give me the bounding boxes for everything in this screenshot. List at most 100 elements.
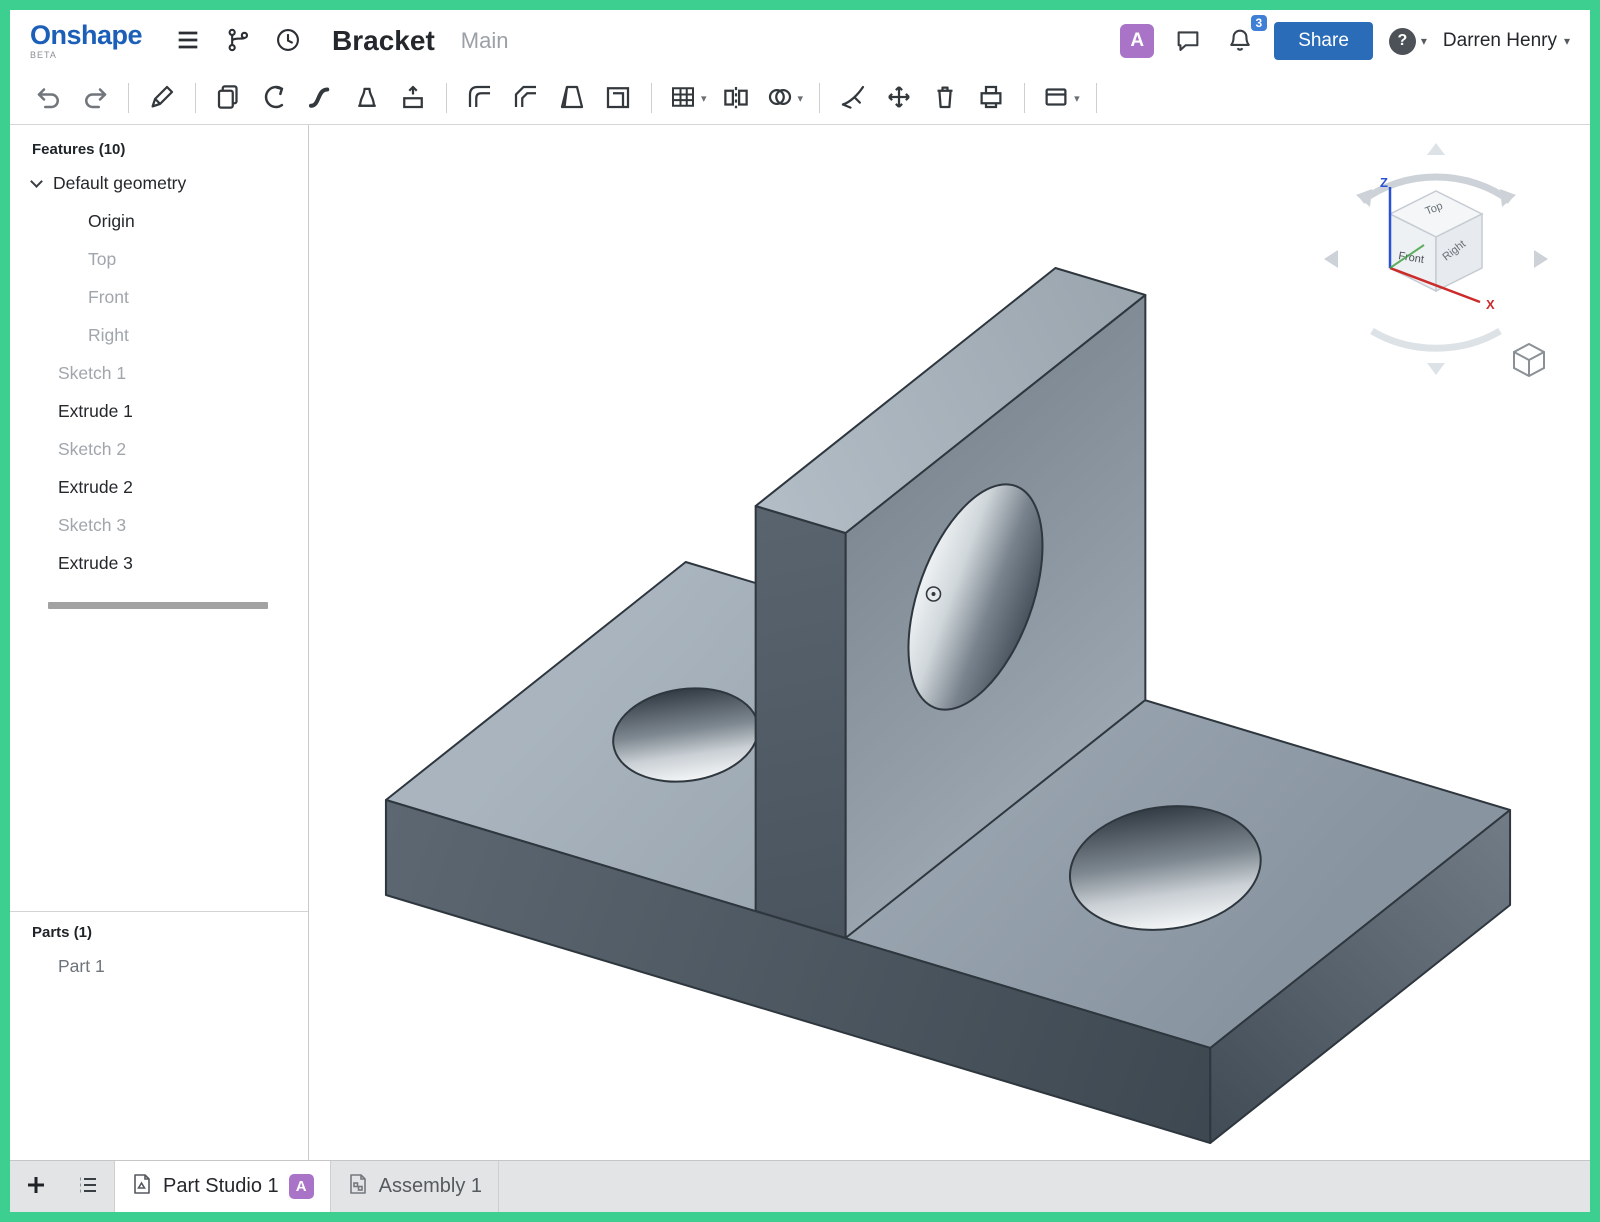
bottom-tab-bar: Part Studio 1 A Assembly 1 (10, 1160, 1590, 1212)
chevron-down-icon: ▾ (701, 92, 707, 105)
fillet-button[interactable] (457, 77, 503, 119)
shell-button[interactable] (595, 77, 641, 119)
versions-button[interactable] (220, 22, 256, 61)
redo-button[interactable] (72, 77, 118, 119)
feature-sketch-1[interactable]: Sketch 1 (10, 354, 308, 392)
tab-part-studio[interactable]: Part Studio 1 A (114, 1161, 331, 1212)
views-icon (1041, 82, 1071, 115)
draft-button[interactable] (549, 77, 595, 119)
sketch-button[interactable] (139, 77, 185, 119)
add-tab-button[interactable] (10, 1161, 62, 1212)
feature-label: Sketch 1 (58, 363, 126, 384)
top-bar: Onshape BETA Bracket Main (10, 10, 1590, 72)
presence-avatar[interactable]: A (1120, 24, 1154, 58)
content-area: Features (10) Default geometry Origin To… (10, 125, 1590, 1160)
split-icon (838, 82, 868, 115)
transform-button[interactable] (876, 77, 922, 119)
pencil-icon (147, 82, 177, 115)
feature-plane-right[interactable]: Right (10, 316, 308, 354)
workspace-name[interactable]: Main (461, 28, 509, 54)
undo-button[interactable] (26, 77, 72, 119)
history-button[interactable] (270, 22, 306, 61)
split-button[interactable] (830, 77, 876, 119)
tab-assembly[interactable]: Assembly 1 (331, 1161, 499, 1212)
user-menu[interactable]: Darren Henry ▾ (1443, 30, 1570, 52)
isometric-view-button[interactable] (1508, 339, 1550, 381)
help-menu[interactable]: ? ▾ (1389, 28, 1427, 55)
tab-label: Part Studio 1 (163, 1175, 279, 1198)
rotate-left-arrow (1324, 250, 1338, 268)
onshape-logo[interactable]: Onshape BETA (30, 22, 142, 60)
plus-icon (24, 1173, 48, 1200)
share-button[interactable]: Share (1274, 22, 1373, 60)
revolve-button[interactable] (252, 77, 298, 119)
chamfer-button[interactable] (503, 77, 549, 119)
feature-tree-panel: Features (10) Default geometry Origin To… (10, 125, 309, 1160)
feature-sketch-2[interactable]: Sketch 2 (10, 430, 308, 468)
feature-origin[interactable]: Origin (10, 202, 308, 240)
feature-extrude-1[interactable]: Extrude 1 (10, 392, 308, 430)
boolean-icon (765, 82, 795, 115)
part-item[interactable]: Part 1 (10, 947, 308, 985)
loft-icon (352, 82, 382, 115)
sweep-button[interactable] (298, 77, 344, 119)
feature-toolbar: ▾ ▾ ▾ (10, 72, 1590, 125)
part-label: Part 1 (58, 956, 105, 977)
document-title[interactable]: Bracket (332, 25, 435, 57)
mirror-button[interactable] (713, 77, 759, 119)
comment-icon (1174, 26, 1202, 57)
assembly-icon (347, 1172, 369, 1202)
undo-icon (34, 82, 64, 115)
main-menu-button[interactable] (170, 22, 206, 61)
toolbar-divider (1024, 83, 1025, 113)
feature-plane-top[interactable]: Top (10, 240, 308, 278)
user-name: Darren Henry (1443, 30, 1557, 52)
comments-button[interactable] (1170, 22, 1206, 61)
chevron-down-icon: ▾ (1074, 92, 1080, 105)
rotate-up-arrow (1427, 143, 1445, 155)
feature-label: Top (88, 249, 116, 270)
toolbar-divider (651, 83, 652, 113)
mirror-icon (721, 82, 751, 115)
sweep-icon (306, 82, 336, 115)
trash-icon (930, 82, 960, 115)
list-icon (76, 1173, 100, 1200)
feature-sketch-3[interactable]: Sketch 3 (10, 506, 308, 544)
thicken-button[interactable] (390, 77, 436, 119)
extrude-button[interactable] (206, 77, 252, 119)
toolbar-divider (128, 83, 129, 113)
revolve-icon (260, 82, 290, 115)
rollback-bar[interactable] (48, 602, 268, 609)
feature-extrude-3[interactable]: Extrude 3 (10, 544, 308, 582)
logo-text: Onshape (30, 22, 142, 49)
feature-default-geometry[interactable]: Default geometry (10, 164, 308, 202)
toolbar-divider (1096, 83, 1097, 113)
hamburger-icon (174, 26, 202, 57)
chamfer-icon (511, 82, 541, 115)
feature-plane-front[interactable]: Front (10, 278, 308, 316)
feature-label: Sketch 2 (58, 439, 126, 460)
tab-list-button[interactable] (62, 1161, 114, 1212)
transform-icon (884, 82, 914, 115)
delete-part-button[interactable] (922, 77, 968, 119)
feature-label: Default geometry (53, 173, 186, 194)
chevron-down-icon: ▾ (1564, 34, 1570, 48)
tab-presence-badge: A (289, 1174, 314, 1199)
feature-label: Extrude 2 (58, 477, 133, 498)
measure-button[interactable] (968, 77, 1014, 119)
top-bar-right: A 3 Share ? ▾ (1120, 22, 1570, 61)
feature-extrude-2[interactable]: Extrude 2 (10, 468, 308, 506)
feature-label: Origin (88, 211, 135, 232)
notifications-button[interactable]: 3 (1222, 22, 1258, 61)
x-axis-label: X (1486, 297, 1495, 312)
boolean-button[interactable]: ▾ (759, 77, 810, 119)
feature-label: Extrude 1 (58, 401, 133, 422)
app-window: Onshape BETA Bracket Main (0, 0, 1600, 1222)
logo-beta-text: BETA (30, 51, 142, 60)
linear-pattern-button[interactable]: ▾ (662, 77, 713, 119)
3d-viewport[interactable]: Top Front Right Z X (309, 125, 1590, 1160)
chevron-down-icon[interactable] (30, 175, 43, 188)
named-views-button[interactable]: ▾ (1035, 77, 1086, 119)
loft-button[interactable] (344, 77, 390, 119)
measure-icon (976, 82, 1006, 115)
